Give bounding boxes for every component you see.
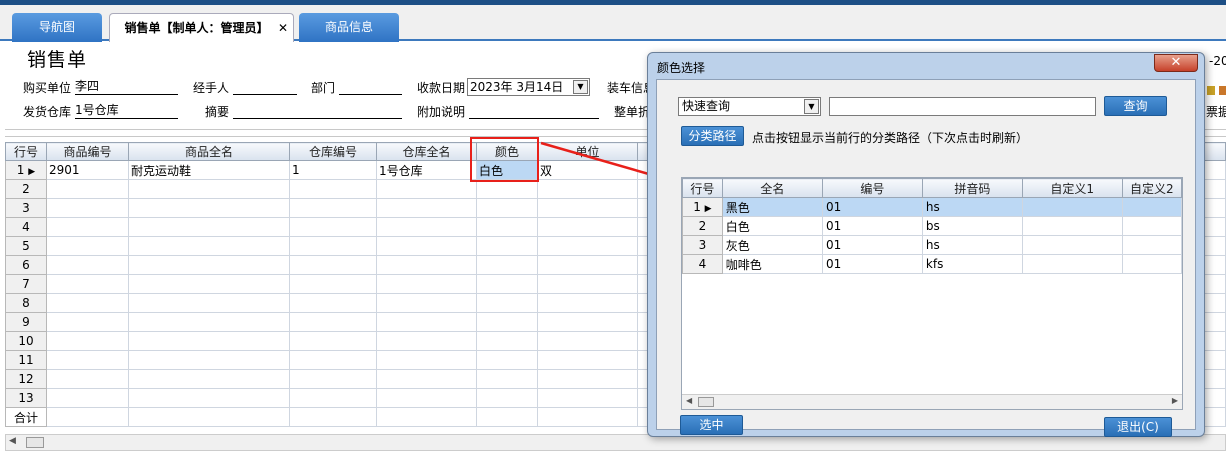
cell-name[interactable]: 黑色 <box>721 197 823 217</box>
search-button[interactable]: 查询 <box>1104 96 1167 116</box>
row-number: 4 <box>682 254 723 274</box>
row-number: 2 <box>682 216 723 236</box>
col-header[interactable]: 拼音码 <box>921 178 1023 198</box>
cell-code[interactable]: 01 <box>821 216 923 236</box>
cell-name[interactable]: 白色 <box>721 216 823 236</box>
select-button[interactable]: 选中 <box>680 415 743 435</box>
exit-button[interactable]: 退出(C) <box>1104 417 1172 437</box>
col-header[interactable]: 编号 <box>821 178 923 198</box>
row-number: 1 ▶ <box>682 197 723 217</box>
cell-code[interactable]: 01 <box>821 197 923 217</box>
grid-header-row: 行号 全名 编号 拼音码 自定义1 自定义2 <box>682 178 1182 198</box>
cell-code[interactable]: 01 <box>821 235 923 255</box>
category-path-button[interactable]: 分类路径 <box>681 126 744 146</box>
color-grid: 行号 全名 编号 拼音码 自定义1 自定义2 1 ▶ 黑色 01 hs 2 白色 <box>682 178 1182 274</box>
col-header[interactable]: 自定义2 <box>1121 178 1182 198</box>
chevron-down-icon[interactable]: ▼ <box>804 99 819 114</box>
col-header[interactable]: 自定义1 <box>1021 178 1123 198</box>
dialog-title: 颜色选择 <box>657 61 706 75</box>
cell-pinyin[interactable]: kfs <box>921 254 1023 274</box>
cell-pinyin[interactable]: bs <box>921 216 1023 236</box>
horizontal-scrollbar[interactable]: ◀ ▶ <box>682 394 1182 409</box>
scroll-thumb[interactable] <box>698 397 714 407</box>
close-icon[interactable]: ✕ <box>1154 54 1198 72</box>
table-row[interactable]: 1 ▶ 黑色 01 hs <box>682 197 1182 217</box>
dialog-body: 快速查询 ▼ 查询 分类路径 点击按钮显示当前行的分类路径（下次点击时刷新） 行… <box>656 79 1196 437</box>
table-row[interactable]: 2 白色 01 bs <box>682 216 1182 236</box>
row-pointer-icon: ▶ <box>704 204 712 214</box>
category-hint: 点击按钮显示当前行的分类路径（下次点击时刷新） <box>752 131 1029 145</box>
color-grid-wrap: 行号 全名 编号 拼音码 自定义1 自定义2 1 ▶ 黑色 01 hs 2 白色 <box>681 177 1183 410</box>
cell-name[interactable]: 咖啡色 <box>721 254 823 274</box>
search-input[interactable] <box>829 97 1096 116</box>
cell-name[interactable]: 灰色 <box>721 235 823 255</box>
scroll-thumb[interactable] <box>26 437 44 448</box>
search-mode-value: 快速查询 <box>682 99 731 113</box>
chevron-right-icon: ▶ <box>1171 396 1178 405</box>
table-row[interactable]: 4 咖啡色 01 kfs <box>682 254 1182 274</box>
color-select-dialog: 颜色选择 ✕ 快速查询 ▼ 查询 分类路径 点击按钮显示当前行的分类路径（下次点… <box>647 52 1205 437</box>
cell-pinyin[interactable]: hs <box>921 197 1023 217</box>
table-row[interactable]: 3 灰色 01 hs <box>682 235 1182 255</box>
row-number: 3 <box>682 235 723 255</box>
cell-pinyin[interactable]: hs <box>921 235 1023 255</box>
chevron-left-icon: ◀ <box>686 396 693 405</box>
chevron-left-icon: ◀ <box>9 436 16 446</box>
cell-code[interactable]: 01 <box>821 254 923 274</box>
col-header[interactable]: 行号 <box>682 178 723 198</box>
col-header[interactable]: 全名 <box>721 178 823 198</box>
search-mode-select[interactable]: 快速查询 ▼ <box>678 97 821 116</box>
